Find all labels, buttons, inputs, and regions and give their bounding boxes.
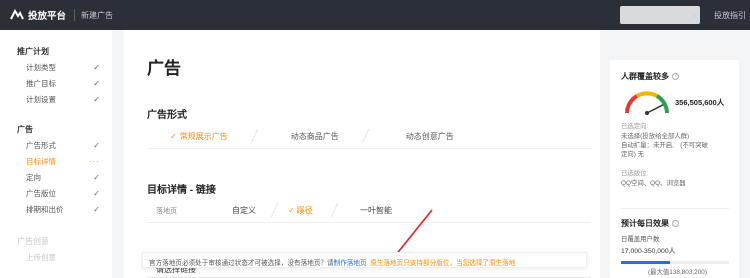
guide-link[interactable]: 投放指引: [714, 10, 746, 21]
check-icon: ✓: [288, 206, 295, 215]
check-icon: ✓: [93, 79, 100, 88]
daily-effect-title: 预计每日效果?: [621, 218, 679, 229]
top-bar: 投放平台 新建广告 ⌄ 投放指引: [0, 0, 750, 30]
topbar-divider: [74, 9, 75, 21]
ellipsis-icon: ···: [89, 157, 100, 166]
daily-exposure-bar: [621, 261, 729, 264]
sidebar-item-label: 广告形式: [26, 141, 56, 150]
target-details-title: 目标详情 - 链接: [147, 185, 216, 196]
selected-placement-label: 已选版位:: [621, 170, 649, 177]
sidebar-item-plan-settings[interactable]: 计划设置 ✓: [26, 94, 100, 105]
sidebar-item-promo-target[interactable]: 推广目标 ✓: [26, 78, 100, 89]
chevron-down-icon[interactable]: ⌄: [691, 10, 698, 19]
audience-title-text: 人群覆盖较多: [621, 72, 669, 81]
targeting-line: 未选择(投放给全部人群): [621, 133, 690, 140]
check-icon: ✓: [93, 63, 100, 72]
landing-option-xijing[interactable]: ✓ 蹊径: [288, 205, 313, 216]
check-icon: ✓: [93, 141, 100, 150]
sidebar-item-label: 推广目标: [26, 79, 56, 88]
sidebar-item-label: 广告版位: [26, 189, 56, 198]
sidebar-section-creative: 广告创意: [17, 237, 49, 246]
option-label: 蹊径: [296, 206, 313, 215]
tab-dynamic-creative[interactable]: 动态创意广告: [406, 131, 454, 142]
tab-dynamic-product[interactable]: 动态商品广告: [291, 131, 339, 142]
sidebar-item-targeting[interactable]: 定向 ✓: [26, 172, 100, 183]
tab-separator: [361, 129, 369, 143]
help-icon[interactable]: ?: [672, 220, 679, 227]
account-selector[interactable]: [620, 6, 700, 24]
sidebar-item-schedule-bid[interactable]: 排期和出价 ✓: [26, 204, 100, 215]
coverage-gauge: [625, 91, 669, 115]
gauge-needle: [646, 104, 664, 114]
daily-max-value: (最大值138,803,200): [648, 269, 707, 276]
audience-count: 356,505,600人: [675, 98, 725, 107]
sidebar-section-ad: 广告: [17, 125, 33, 134]
targeting-line: 自动扩量：未开启, (不可突破: [621, 142, 708, 149]
tab-label: 动态商品广告: [290, 131, 339, 141]
estimate-panel: 人群覆盖较多? 356,505,600人 已选定向: 未选择(投放给全部人群) …: [610, 60, 739, 278]
logo-icon: [10, 9, 24, 20]
option-separator: [270, 203, 279, 217]
check-icon: ✓: [93, 173, 100, 182]
sidebar-item-target-details[interactable]: 目标详情 ···: [26, 156, 100, 167]
check-icon: ✓: [93, 95, 100, 104]
sidebar-item-label: 计划设置: [26, 95, 56, 104]
tab-regular-display[interactable]: ✓ 常规展示广告: [170, 131, 228, 142]
sidebar-item-upload-creative[interactable]: 上传创意: [26, 252, 100, 263]
tab-label: 动态创意广告: [405, 131, 454, 141]
sidebar-item-label: 定向: [26, 173, 41, 182]
create-landing-page-link[interactable]: 制作落地页: [334, 260, 367, 267]
notice-warning: 原生落地页只支持部分版位，当您选择了原生落地: [370, 260, 516, 267]
landing-page-label: 落地页: [156, 208, 177, 215]
tab-separator: [250, 129, 258, 143]
divider: [147, 222, 591, 223]
sidebar-item-plan-type[interactable]: 计划类型 ✓: [26, 62, 100, 73]
placement-list: QQ空间、QQ、浏览器: [621, 180, 686, 187]
sidebar-item-label: 目标详情: [26, 157, 56, 166]
logo[interactable]: 投放平台: [10, 8, 66, 22]
audience-coverage-title: 人群覆盖较多?: [621, 71, 679, 82]
help-icon[interactable]: ?: [672, 73, 679, 80]
divider: [147, 148, 591, 149]
breadcrumb-new-ad[interactable]: 新建广告: [81, 10, 113, 21]
page-title: 广告: [147, 59, 181, 78]
daily-title-text: 预计每日效果: [621, 219, 669, 228]
main-content: 广告 广告形式 ✓ 常规展示广告 动态商品广告 动态创意广告 目标详情 - 链接 …: [124, 30, 600, 278]
landing-option-custom[interactable]: 自定义: [232, 205, 256, 216]
targeting-line: 定向) 无: [621, 151, 645, 158]
check-icon: ✓: [93, 189, 100, 198]
daily-exposure-value: 17,000-350,000人: [621, 248, 676, 255]
selected-targeting-label: 已选定向:: [621, 123, 649, 130]
sidebar-item-label: 排期和出价: [26, 205, 64, 214]
sidebar-section-plan: 推广计划: [17, 47, 49, 56]
option-separator: [330, 203, 339, 217]
landing-page-notice: 官方落地页必须处于审核通过状态才可被选择，没有落地页？请制作落地页 原生落地页只…: [142, 252, 587, 268]
check-icon: ✓: [93, 205, 100, 214]
daily-exposure-fill: [621, 261, 670, 264]
sidebar-item-label: 上传创意: [26, 253, 56, 262]
daily-exposure-label: 日覆盖用户数: [621, 236, 660, 243]
divider: [621, 208, 729, 209]
ad-format-title: 广告形式: [147, 110, 187, 121]
app-title: 投放平台: [28, 11, 67, 22]
sidebar-item-ad-format[interactable]: 广告形式 ✓: [26, 140, 100, 151]
sidebar-item-placement[interactable]: 广告版位 ✓: [26, 188, 100, 199]
sidebar-item-label: 计划类型: [26, 63, 56, 72]
ad-format-tabs: ✓ 常规展示广告 动态商品广告 动态创意广告: [158, 128, 591, 144]
tab-label: 常规展示广告: [179, 131, 228, 141]
sidebar: 推广计划 计划类型 ✓ 推广目标 ✓ 计划设置 ✓ 广告 广告形式 ✓ 目标详情 ··· …: [0, 30, 112, 278]
check-icon: ✓: [170, 131, 177, 141]
notice-text: 官方落地页必须处于审核通过状态才可被选择，没有落地页？请: [149, 260, 334, 267]
